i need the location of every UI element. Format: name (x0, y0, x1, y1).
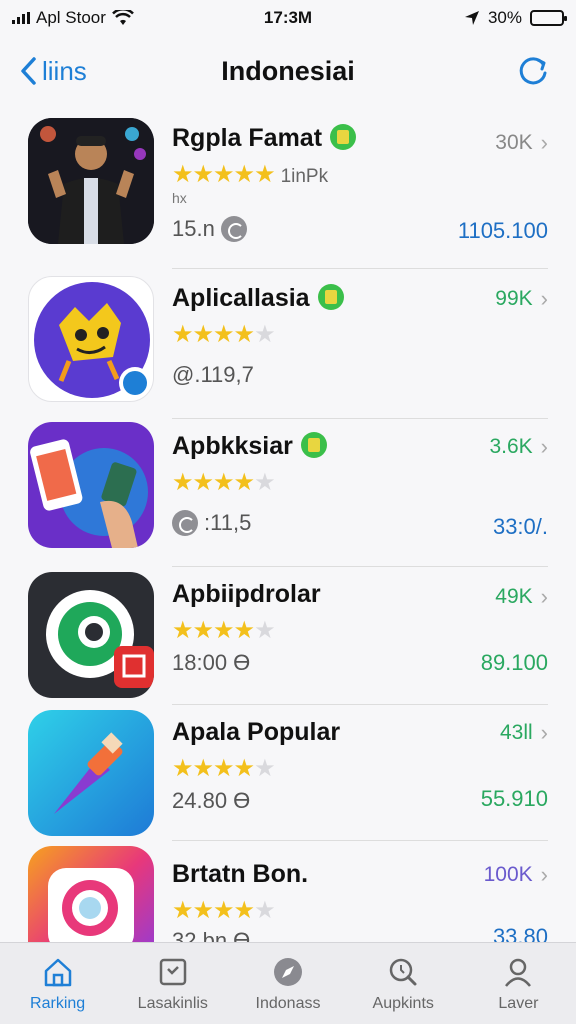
wifi-icon (112, 10, 134, 25)
app-name: Aplicallasia (172, 284, 310, 312)
app-meta: @.119,7 (172, 362, 548, 388)
battery-percent: 30% (487, 8, 522, 27)
chevron-right-icon: › (540, 862, 548, 887)
chevron-right-icon: › (540, 584, 548, 609)
refresh-icon[interactable] (516, 54, 550, 88)
chevron-left-icon (21, 57, 36, 85)
compass-icon (274, 957, 302, 986)
list-item[interactable]: Apbiipdrolar ★★★★★ 18:00 Ө 49K › 89.100 (0, 566, 576, 705)
tab-indonass[interactable]: Indonass (230, 943, 345, 1024)
meta-text: 15.n (172, 216, 215, 241)
star-rating: ★★★★★ (172, 617, 276, 644)
tab-bar: Rarking Lasakinlis Indonass Aupkints Lav… (0, 942, 576, 1024)
count-text: 49K (495, 585, 533, 608)
count-text: 100K (483, 863, 533, 886)
location-arrow-icon (464, 11, 479, 25)
person-icon (505, 958, 532, 987)
status-bar: Apl Stoor 17:3M 30% (0, 0, 576, 36)
count-text: 43ll (499, 721, 533, 744)
star-rating: ★★★★★ (172, 897, 276, 924)
meta-text: 18:00 Ө (172, 650, 251, 675)
carrier-label: Apl Stoor (36, 8, 106, 27)
person-photo-icon (28, 118, 154, 244)
price-label: 1105.100 (457, 218, 548, 243)
download-count[interactable]: 30K › (495, 130, 548, 156)
green-circle-icon (28, 572, 154, 698)
tab-label: Aupkints (372, 994, 434, 1012)
app-name: Rgpla Famat (172, 124, 323, 152)
rating-text: 1inPk (280, 166, 329, 187)
editor-badge-icon (317, 284, 344, 310)
star-rating: ★★★★★ (172, 161, 276, 188)
download-icon (220, 216, 247, 242)
tab-label: Rarking (30, 994, 86, 1012)
editor-badge-icon (300, 432, 327, 458)
battery-icon (530, 10, 567, 26)
count-text: 99K (495, 287, 533, 310)
back-button[interactable]: liins (18, 56, 87, 87)
star-rating: ★★★★★ (172, 321, 276, 348)
price-label: 89.100 (480, 650, 548, 675)
app-subtitle: hx (172, 190, 187, 206)
divider (172, 268, 548, 269)
clock: 17:3M (263, 8, 313, 27)
search-icon (389, 958, 417, 985)
list-item[interactable]: Apala Popular ★★★★★ 24.80 Ө 43ll › 55.910 (0, 704, 576, 841)
app-meta: :11,5 (172, 510, 548, 536)
list-item[interactable]: Apbkksiar ★★★★★ :11,5 3.6K › 33:0/. (0, 418, 576, 567)
list-item[interactable]: Rgpla Famat ★★★★★ 1inPk hx 15.n 30K › 1105… (0, 112, 576, 269)
tab-aupkints[interactable]: Aupkints (346, 943, 461, 1024)
price-label: 33:0/. (492, 514, 548, 539)
download-count[interactable]: 99K › (495, 286, 548, 312)
cartoon-mascot-icon (28, 276, 154, 402)
count-text: 3.6K (489, 435, 533, 458)
download-count[interactable]: 3.6K › (489, 434, 548, 460)
app-name: Apbkksiar (172, 432, 293, 460)
back-label: liins (42, 55, 87, 86)
meta-text: @.119,7 (172, 362, 254, 387)
tab-laver[interactable]: Laver (461, 943, 576, 1024)
phone-hand-icon (28, 422, 154, 548)
editor-badge-icon (330, 124, 357, 150)
price-label: 33.80 (492, 924, 548, 944)
chevron-right-icon: › (540, 434, 548, 459)
brush-icon (28, 710, 154, 836)
star-rating: ★★★★★ (172, 755, 276, 782)
price-label: 55.910 (480, 786, 548, 811)
app-name: Brtatn Bon. (172, 860, 309, 888)
tab-ranking[interactable]: Rarking (0, 943, 115, 1024)
app-name: Apala Popular (172, 718, 341, 746)
meta-text: 24.80 Ө (172, 788, 251, 813)
status-left: Apl Stoor (12, 8, 212, 28)
signal-icon (12, 12, 30, 24)
calendar-icon (159, 958, 187, 985)
camera-icon (28, 846, 154, 944)
tab-label: Lasakinlis (137, 994, 208, 1012)
tab-label: Laver (498, 994, 539, 1012)
download-count[interactable]: 49K › (495, 584, 548, 610)
status-right: 30% (364, 8, 567, 28)
meta-text: :11,5 (204, 510, 252, 535)
chevron-right-icon: › (540, 286, 548, 311)
list-item[interactable]: Brtatn Bon. ★★★★★ 32.bn Ө 100K › 33.80 (0, 840, 576, 944)
download-count[interactable]: 100K › (484, 862, 548, 888)
home-icon (44, 958, 71, 986)
chevron-right-icon: › (540, 720, 548, 745)
download-count[interactable]: 43ll › (500, 720, 548, 746)
app-name: Apbiipdrolar (172, 580, 321, 608)
count-text: 30K (495, 131, 533, 154)
navigation-bar: liins Indonesiai (0, 36, 576, 106)
tab-lasakinlis[interactable]: Lasakinlis (115, 943, 230, 1024)
star-rating: ★★★★★ (172, 469, 276, 496)
chevron-right-icon: › (540, 130, 548, 155)
download-icon (172, 510, 198, 536)
tab-label: Indonass (255, 994, 321, 1012)
app-ranking-list[interactable]: Rgpla Famat ★★★★★ 1inPk hx 15.n 30K › 1105… (0, 112, 576, 944)
list-item[interactable]: Aplicallasia ★★★★★ @.119,7 99K › (0, 270, 576, 419)
